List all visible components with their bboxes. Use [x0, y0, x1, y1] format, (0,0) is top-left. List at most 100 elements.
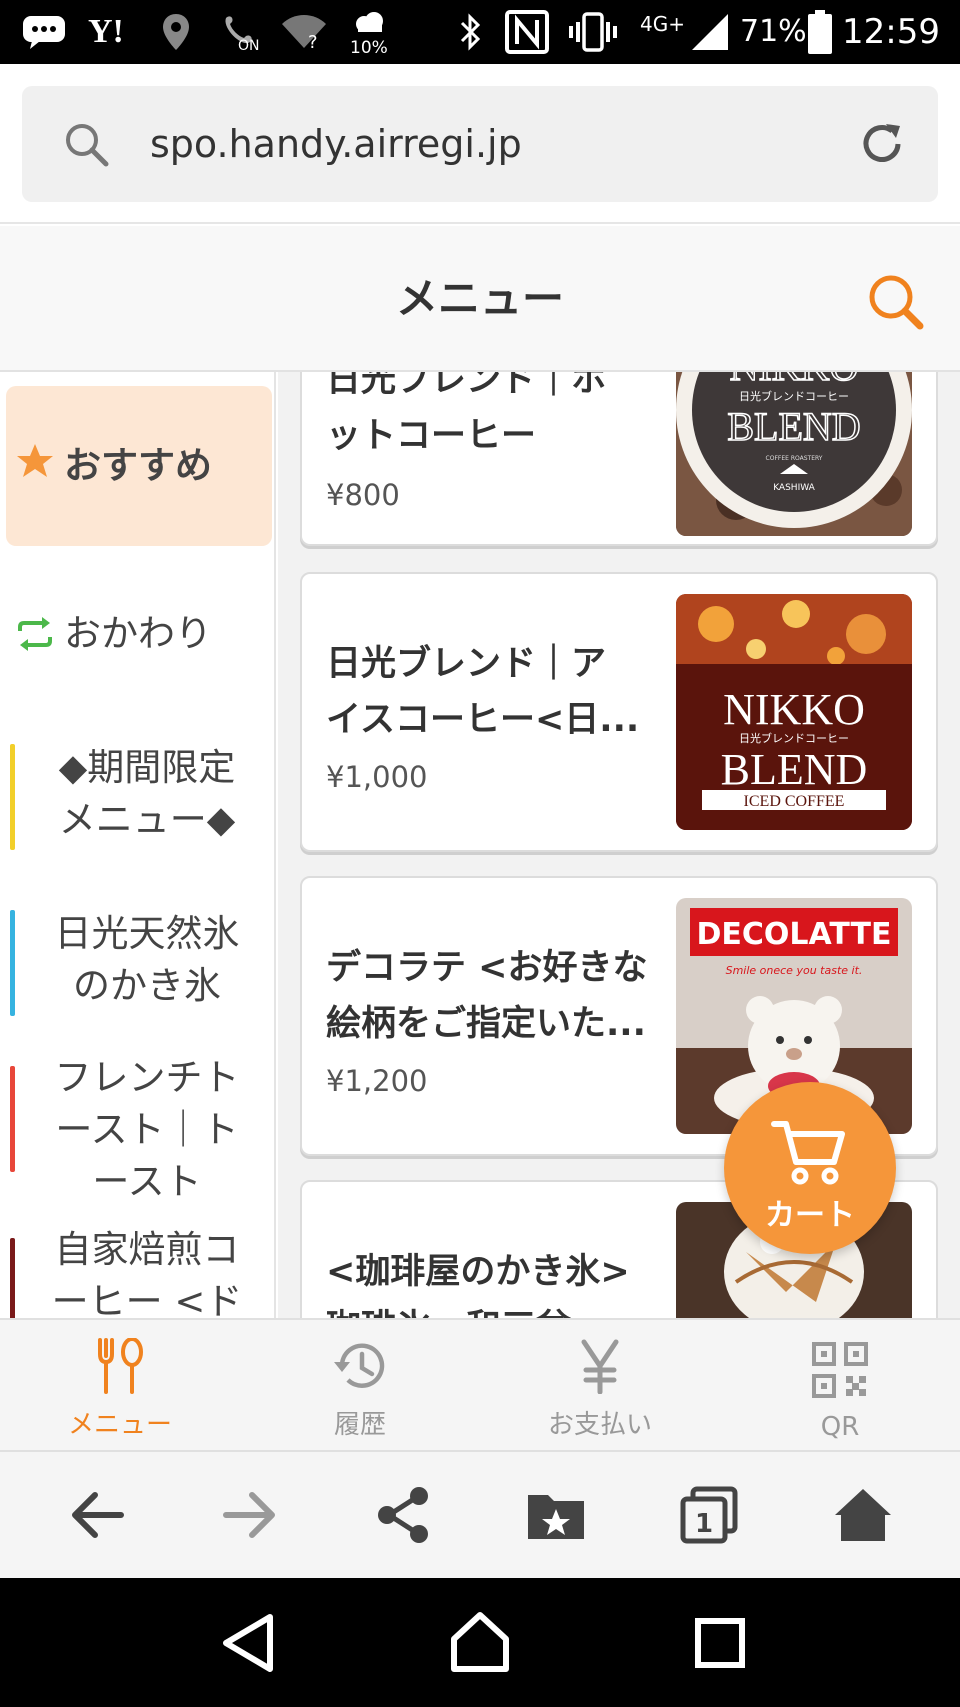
browser-address-bar: spo.handy.airregi.jp: [0, 64, 960, 224]
yahoo-icon: Y!: [88, 13, 124, 50]
category-label: 日光天然氷: [54, 912, 240, 955]
category-label: のかき氷: [73, 964, 221, 1007]
battery-percent: 71%: [740, 14, 807, 49]
app-bottom-nav: メニュー 履歴 お支払い QR: [0, 1318, 960, 1452]
category-coffee[interactable]: 自家焙煎コ ーヒー <ド: [0, 1224, 274, 1318]
decolatte-logo: DECOLATTE: [696, 917, 891, 952]
recents-square-icon: [695, 1618, 745, 1668]
tab-count: 1: [695, 1509, 713, 1539]
category-label: ーヒー <ド: [51, 1280, 243, 1318]
signal-icon: [692, 14, 728, 50]
qr-icon: [812, 1342, 868, 1398]
nikko-hot-roaster: COFFEE ROASTERY: [766, 455, 823, 462]
url-field[interactable]: spo.handy.airregi.jp: [22, 86, 938, 202]
nav-label: 履歴: [333, 1410, 386, 1440]
category-label: メニュー◆: [58, 798, 236, 841]
product-title: デコラテ <お好きな: [326, 948, 648, 988]
forward-icon: [223, 1492, 275, 1538]
message-icon: [23, 16, 65, 49]
android-recents-button[interactable]: [650, 1578, 790, 1707]
nav-menu[interactable]: メニュー: [0, 1320, 240, 1454]
cart-button[interactable]: カート: [724, 1082, 896, 1254]
browser-share-button[interactable]: [326, 1452, 480, 1578]
search-icon[interactable]: [866, 272, 926, 332]
share-icon: [378, 1487, 428, 1543]
product-title: 日光ブレンド｜ホ: [326, 372, 607, 400]
nav-label: メニュー: [67, 1410, 172, 1440]
bluetooth-icon: [460, 13, 481, 51]
nav-label: QR: [820, 1412, 860, 1442]
battery-icon: [808, 10, 832, 54]
fork-spoon-icon: [98, 1338, 143, 1394]
product-image: NIKKO 日光ブレンドコーヒー BLEND ICED COFFEE: [676, 594, 912, 830]
home-circle-icon: [451, 1612, 509, 1672]
status-bar: Y! ON ? 10% 4G+ 71% 12:59: [0, 0, 960, 64]
nav-qr[interactable]: QR: [720, 1320, 960, 1454]
nikko-iced-line2: BLEND: [721, 745, 868, 794]
browser-home-button[interactable]: [786, 1452, 940, 1578]
nikko-iced-line1: NIKKO: [723, 685, 865, 734]
category-label: ースト: [92, 1160, 202, 1203]
browser-forward-button[interactable]: [173, 1452, 327, 1578]
category-limited[interactable]: ◆期間限定 メニュー◆: [0, 732, 274, 862]
nikko-hot-brand: KASHIWA: [773, 483, 815, 493]
category-french-toast[interactable]: フレンチト ースト｜ト ースト: [0, 1052, 274, 1212]
product-price: ¥800: [326, 478, 400, 512]
product-title: ットコーヒー: [326, 416, 537, 456]
back-triangle-icon: [223, 1614, 273, 1672]
page-title: メニュー: [395, 274, 564, 323]
back-icon: [72, 1492, 124, 1538]
category-label: おすすめ: [64, 444, 212, 487]
nav-history[interactable]: 履歴: [240, 1320, 480, 1454]
browser-back-button[interactable]: [20, 1452, 174, 1578]
refill-icon: [18, 617, 52, 651]
product-title: <珈琲屋のかき氷>: [326, 1252, 630, 1292]
android-back-button[interactable]: [180, 1578, 320, 1707]
reload-icon[interactable]: [858, 120, 906, 168]
nikko-hot-image: NIKKO 日光ブレンドコーヒー BLEND COFFEE ROASTERY K…: [676, 372, 912, 536]
url-text[interactable]: spo.handy.airregi.jp: [150, 86, 522, 202]
nfc-icon: [505, 10, 549, 54]
category-label: ースト｜ト: [55, 1108, 239, 1151]
history-icon: [334, 1343, 385, 1388]
android-home-button[interactable]: [410, 1578, 550, 1707]
page-header: メニュー: [0, 226, 960, 372]
decolatte-tagline: Smile onece you taste it.: [726, 964, 863, 977]
nikko-hot-line1: NIKKO: [730, 372, 859, 389]
category-color-bar: [10, 910, 15, 1016]
bookmarks-icon: [528, 1495, 584, 1539]
browser-bookmarks-button[interactable]: [479, 1452, 633, 1578]
android-nav-bar: [0, 1578, 960, 1707]
search-icon: [66, 124, 109, 167]
nav-payment[interactable]: お支払い: [480, 1320, 720, 1454]
product-title: 絵柄をご指定いた...: [326, 1004, 646, 1044]
product-card[interactable]: 日光ブレンド｜ア イスコーヒー<日... ¥1,000 NIKKO 日光ブレンド…: [300, 572, 938, 852]
network-label: 4G+: [640, 12, 685, 36]
location-icon: [163, 14, 189, 50]
category-okawari[interactable]: おかわり: [0, 572, 274, 702]
category-color-bar: [10, 744, 15, 850]
clock: 12:59: [842, 12, 940, 52]
category-label: 自家焙煎コ: [54, 1228, 240, 1271]
vibrate-icon: [569, 12, 617, 52]
category-label: おかわり: [64, 612, 212, 655]
product-price: ¥1,200: [326, 1064, 428, 1098]
category-kakigori[interactable]: 日光天然氷 のかき氷: [0, 900, 274, 1030]
category-osusume[interactable]: おすすめ: [0, 386, 274, 546]
tabs-icon: 1: [680, 1486, 738, 1544]
product-image: NIKKO 日光ブレンドコーヒー BLEND COFFEE ROASTERY K…: [676, 372, 912, 536]
category-color-bar: [10, 1238, 15, 1318]
browser-tabs-button[interactable]: 1: [632, 1452, 786, 1578]
star-icon: [17, 444, 53, 477]
wifi-icon: ?: [282, 15, 326, 50]
product-title: 珈琲氷・和三盆: [326, 1300, 656, 1318]
browser-toolbar: 1: [0, 1452, 960, 1578]
product-card[interactable]: 日光ブレンド｜ホ ットコーヒー ¥800 NIKKO 日光ブレンドコーヒー BL…: [300, 372, 938, 546]
product-title: 日光ブレンド｜ア: [326, 644, 607, 684]
nikko-iced-small: 日光ブレンドコーヒー: [739, 731, 849, 745]
category-sidebar: おすすめ おかわり ◆期間限定 メニュー◆ 日光天然氷 のかき氷 フレンチト ー…: [0, 372, 276, 1318]
category-label: フレンチト: [54, 1056, 240, 1099]
svg-text:?: ?: [308, 32, 318, 50]
nikko-iced-band: ICED COFFEE: [744, 793, 845, 810]
product-price: ¥1,000: [326, 760, 428, 794]
